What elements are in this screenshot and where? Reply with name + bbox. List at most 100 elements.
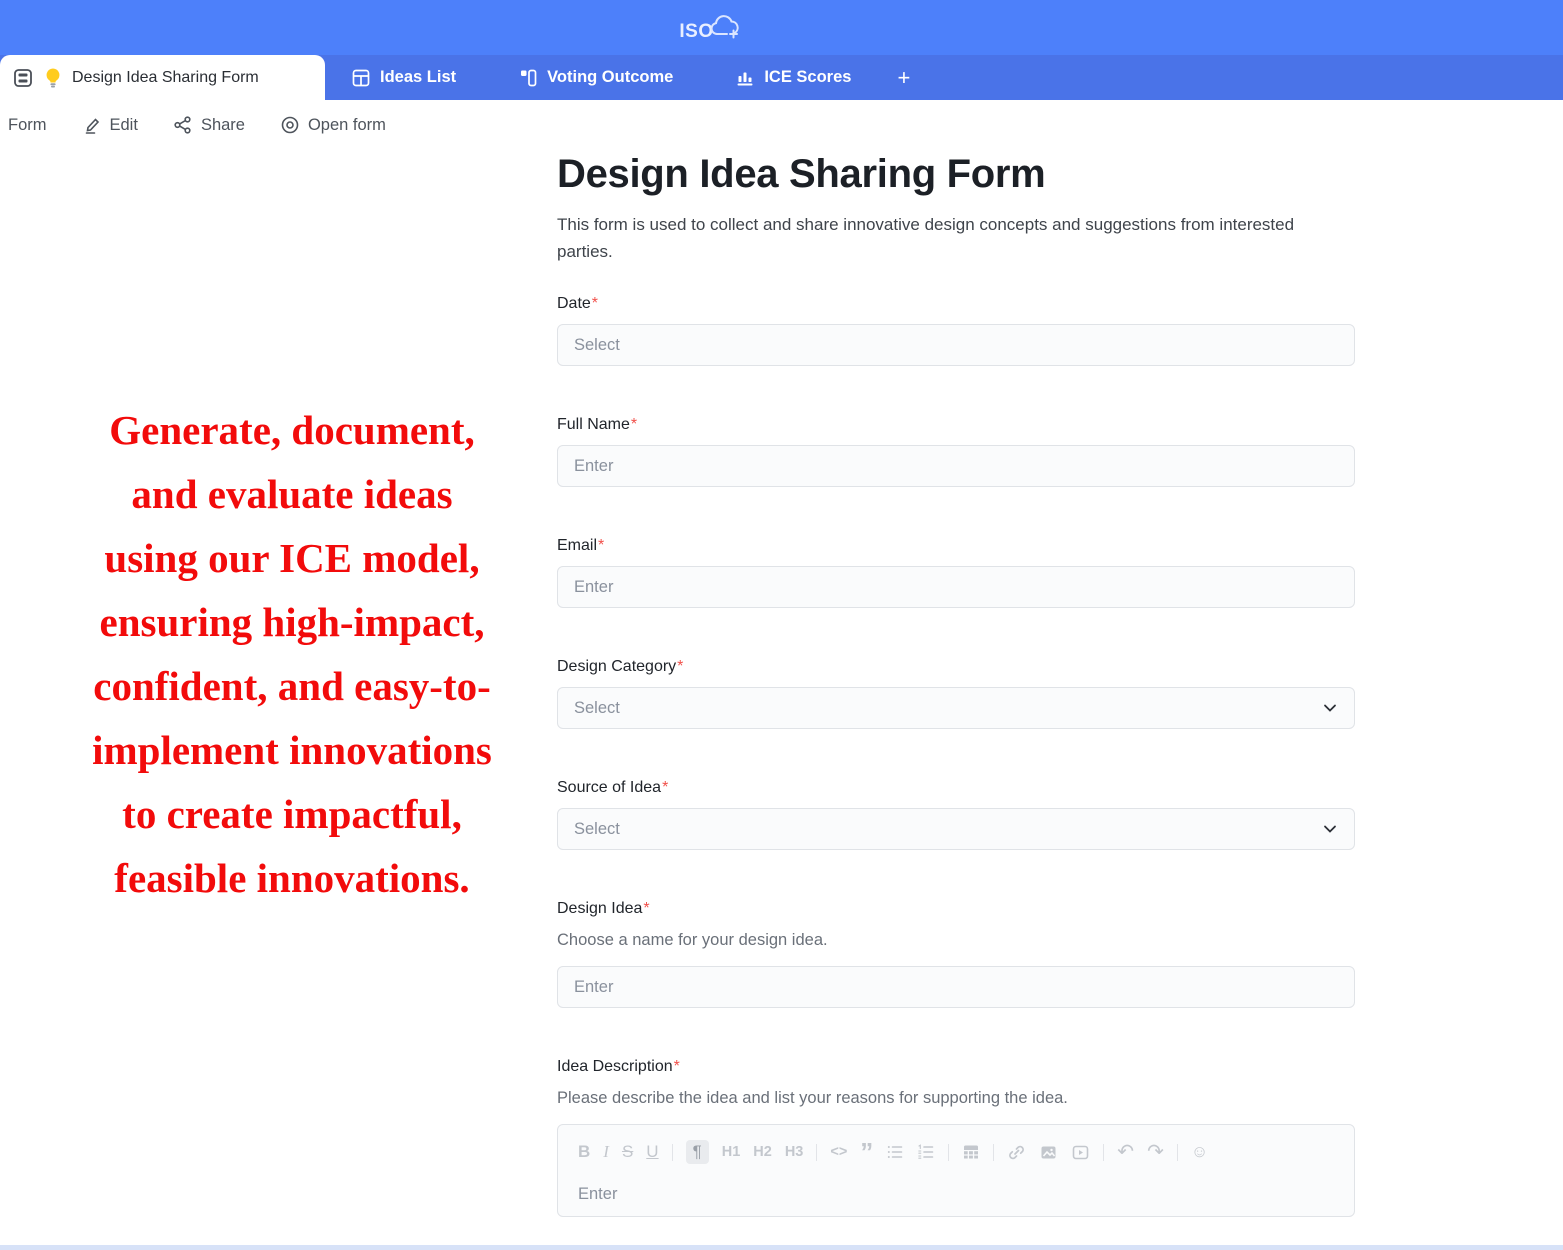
heading3-icon[interactable]: H3 xyxy=(785,1141,804,1163)
field-source-of-idea: Source of Idea* Select xyxy=(557,779,1355,850)
paragraph-icon[interactable]: ¶ xyxy=(686,1140,709,1164)
richtext-placeholder: Enter xyxy=(578,1185,1334,1204)
toolbar-divider xyxy=(1177,1144,1178,1161)
edit-pencil-icon xyxy=(82,115,102,135)
required-asterisk: * xyxy=(662,779,668,796)
iso-cloud-logo: ISO xyxy=(679,14,741,42)
input-placeholder: Enter xyxy=(574,457,613,476)
view-toolbar: Form Edit Share Open form xyxy=(0,100,1563,150)
date-input[interactable]: Select xyxy=(557,324,1355,366)
kanban-icon xyxy=(518,68,538,88)
annotation-line: implement innovations xyxy=(28,718,556,782)
code-icon[interactable]: <> xyxy=(830,1141,847,1163)
tab-label: Ideas List xyxy=(380,68,456,87)
field-label: Full Name* xyxy=(557,416,1355,434)
open-form-label: Open form xyxy=(308,116,386,135)
field-date: Date* Select xyxy=(557,295,1355,366)
annotation-line: and evaluate ideas xyxy=(28,462,556,526)
lightbulb-icon xyxy=(44,67,62,89)
view-mode-label[interactable]: Form xyxy=(8,116,47,135)
input-placeholder: Select xyxy=(574,336,620,355)
required-asterisk: * xyxy=(643,900,649,917)
required-asterisk: * xyxy=(631,416,637,433)
toolbar-divider xyxy=(993,1144,994,1161)
form-preview-panel: Design Idea Sharing Form This form is us… xyxy=(557,150,1355,1250)
annotation-line: ensuring high-impact, xyxy=(28,590,556,654)
field-label: Email* xyxy=(557,537,1355,555)
input-placeholder: Enter xyxy=(574,978,613,997)
chevron-down-icon xyxy=(1322,821,1338,837)
select-placeholder: Select xyxy=(574,820,620,839)
open-form-button[interactable]: Open form xyxy=(280,115,386,135)
underline-icon[interactable]: U xyxy=(646,1141,658,1163)
form-title: Design Idea Sharing Form xyxy=(557,150,1355,198)
toolbar-divider xyxy=(948,1144,949,1161)
bar-chart-icon xyxy=(735,68,755,88)
field-label: Design Idea* xyxy=(557,900,1355,918)
tab-label: ICE Scores xyxy=(764,68,851,87)
share-label: Share xyxy=(201,116,245,135)
strikethrough-icon[interactable]: S xyxy=(622,1141,633,1163)
annotation-line: confident, and easy-to- xyxy=(28,654,556,718)
viewport-bottom-edge xyxy=(0,1245,1563,1250)
email-input[interactable]: Enter xyxy=(557,566,1355,608)
bulleted-list-icon[interactable] xyxy=(886,1143,904,1161)
add-table-button[interactable]: + xyxy=(887,55,920,100)
open-form-target-icon xyxy=(280,115,300,135)
table-icon[interactable] xyxy=(962,1143,980,1161)
field-email: Email* Enter xyxy=(557,537,1355,608)
field-helper-text: Please describe the idea and list your r… xyxy=(557,1089,1355,1108)
undo-icon[interactable]: ↶ xyxy=(1117,1141,1134,1163)
redo-icon[interactable]: ↷ xyxy=(1147,1141,1164,1163)
table-icon xyxy=(351,68,371,88)
heading2-icon[interactable]: H2 xyxy=(753,1141,772,1163)
tab-voting-outcome[interactable]: Voting Outcome xyxy=(496,55,695,100)
bold-icon[interactable]: B xyxy=(578,1141,590,1163)
quote-icon[interactable]: ” xyxy=(860,1144,873,1160)
field-label: Date* xyxy=(557,295,1355,313)
tab-design-idea-sharing-form[interactable]: Design Idea Sharing Form xyxy=(0,55,325,100)
image-icon[interactable] xyxy=(1039,1143,1058,1162)
form-description: This form is used to collect and share i… xyxy=(557,211,1349,265)
top-app-bar: ISO xyxy=(0,0,1563,55)
field-full-name: Full Name* Enter xyxy=(557,416,1355,487)
field-idea-description: Idea Description* Please describe the id… xyxy=(557,1058,1355,1217)
cloud-plus-icon xyxy=(714,14,742,42)
select-placeholder: Select xyxy=(574,699,620,718)
field-label: Source of Idea* xyxy=(557,779,1355,797)
idea-description-richtext-editor[interactable]: B I S U ¶ H1 H2 H3 <> ” xyxy=(557,1124,1355,1217)
red-annotation-text: Generate, document, and evaluate ideas u… xyxy=(28,398,556,910)
table-tabs-bar: Design Idea Sharing Form Ideas List Voti… xyxy=(0,55,1563,100)
tab-ideas-list[interactable]: Ideas List xyxy=(329,55,478,100)
toolbar-divider xyxy=(1103,1144,1104,1161)
toolbar-divider xyxy=(816,1144,817,1161)
annotation-line: to create impactful, xyxy=(28,782,556,846)
field-label: Design Category* xyxy=(557,658,1355,676)
tab-label: Design Idea Sharing Form xyxy=(72,69,259,87)
required-asterisk: * xyxy=(592,295,598,312)
required-asterisk: * xyxy=(677,658,683,675)
italic-icon[interactable]: I xyxy=(603,1141,609,1163)
annotation-line: using our ICE model, xyxy=(28,526,556,590)
numbered-list-icon[interactable] xyxy=(917,1143,935,1161)
input-placeholder: Enter xyxy=(574,578,613,597)
video-icon[interactable] xyxy=(1071,1143,1090,1162)
design-category-select[interactable]: Select xyxy=(557,687,1355,729)
source-of-idea-select[interactable]: Select xyxy=(557,808,1355,850)
share-button[interactable]: Share xyxy=(173,115,245,135)
full-name-input[interactable]: Enter xyxy=(557,445,1355,487)
field-helper-text: Choose a name for your design idea. xyxy=(557,931,1355,950)
richtext-toolbar: B I S U ¶ H1 H2 H3 <> ” xyxy=(578,1140,1334,1164)
heading1-icon[interactable]: H1 xyxy=(722,1141,741,1163)
design-idea-input[interactable]: Enter xyxy=(557,966,1355,1008)
annotation-line: Generate, document, xyxy=(28,398,556,462)
share-icon xyxy=(173,115,193,135)
link-icon[interactable] xyxy=(1007,1143,1026,1162)
form-view-icon xyxy=(12,67,34,89)
tab-ice-scores[interactable]: ICE Scores xyxy=(713,55,873,100)
tab-label: Voting Outcome xyxy=(547,68,673,87)
edit-button[interactable]: Edit xyxy=(82,115,138,135)
emoji-icon[interactable]: ☺ xyxy=(1191,1141,1208,1163)
chevron-down-icon xyxy=(1322,700,1338,716)
toolbar-divider xyxy=(672,1144,673,1161)
